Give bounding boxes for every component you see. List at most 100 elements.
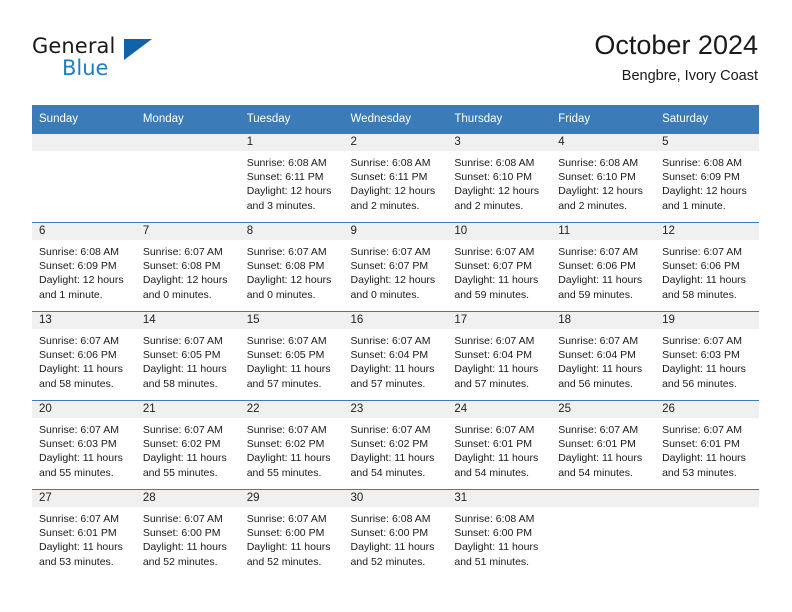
sunset-text: Sunset: 6:01 PM [454,438,533,451]
sunrise-text: Sunrise: 6:07 AM [662,246,743,258]
day-details: Sunrise: 6:07 AM Sunset: 6:01 PM Daylight:… [32,507,136,569]
calendar-day-cell[interactable]: 17 Sunrise: 6:07 AM Sunset: 6:04 PM Dayligh… [447,312,552,400]
calendar-day-cell[interactable]: 7 Sunrise: 6:07 AM Sunset: 6:08 PM Daylight… [135,223,240,311]
calendar-day-cell[interactable]: 23 Sunrise: 6:07 AM Sunset: 6:02 PM Dayligh… [343,401,448,489]
daylight-text-line2: and 55 minutes. [246,466,322,479]
calendar-day-cell[interactable]: 20 Sunrise: 6:07 AM Sunset: 6:03 PM Dayligh… [32,401,136,489]
calendar-day-cell[interactable]: 21 Sunrise: 6:07 AM Sunset: 6:02 PM Dayligh… [135,401,240,489]
sunrise-text: Sunrise: 6:07 AM [350,424,431,436]
calendar-day-cell[interactable]: 24 Sunrise: 6:07 AM Sunset: 6:01 PM Dayligh… [447,401,552,489]
sunrise-text: Sunrise: 6:07 AM [350,246,431,258]
logo-triangle-icon [124,39,152,60]
calendar-day-cell[interactable]: 6 Sunrise: 6:08 AM Sunset: 6:09 PM Daylight… [32,223,136,311]
calendar-day-cell[interactable]: 12 Sunrise: 6:07 AM Sunset: 6:06 PM Dayligh… [655,223,759,311]
sunset-text: Sunset: 6:02 PM [142,438,221,451]
day-number: 18 [551,312,656,329]
calendar-day-cell[interactable]: 1 Sunrise: 6:08 AM Sunset: 6:11 PM Daylight… [239,134,344,222]
daylight-text-line2: and 56 minutes. [558,377,633,390]
day-details: Sunrise: 6:07 AM Sunset: 6:01 PM Daylight:… [551,418,655,480]
daylight-text-line2: and 56 minutes. [662,377,737,390]
calendar-day-cell[interactable]: 11 Sunrise: 6:07 AM Sunset: 6:06 PM Dayligh… [551,223,656,311]
day-number: 2 [343,134,448,151]
daylight-text-line1: Daylight: 11 hours [558,363,643,376]
daylight-text-line1: Daylight: 12 hours [246,185,332,198]
calendar-day-cell[interactable]: 18 Sunrise: 6:07 AM Sunset: 6:04 PM Dayligh… [551,312,656,400]
day-details: Sunrise: 6:07 AM Sunset: 6:04 PM Daylight:… [551,329,655,391]
calendar-day-cell[interactable]: 28 Sunrise: 6:07 AM Sunset: 6:00 PM Dayligh… [135,490,240,578]
sunrise-text: Sunrise: 6:07 AM [454,424,535,436]
sunrise-text: Sunrise: 6:07 AM [246,335,327,347]
daylight-text-line1: Daylight: 12 hours [558,185,643,198]
day-number: 19 [655,312,759,329]
calendar-day-cell[interactable]: 31 Sunrise: 6:08 AM Sunset: 6:00 PM Dayligh… [447,490,552,578]
calendar-cell-empty [551,490,656,578]
day-number: 23 [343,401,448,418]
calendar-day-cell[interactable]: 4 Sunrise: 6:08 AM Sunset: 6:10 PM Daylight… [551,134,656,222]
title-block: October 2024 Bengbre, Ivory Coast [594,28,758,87]
daylight-text-line1: Daylight: 12 hours [662,185,747,198]
calendar-day-cell[interactable]: 27 Sunrise: 6:07 AM Sunset: 6:01 PM Dayligh… [32,490,136,578]
sunset-text: Sunset: 6:04 PM [558,349,636,362]
weekday-header-row: Sunday Monday Tuesday Wednesday Thursday Frid… [32,105,759,134]
daylight-text-line1: Daylight: 12 hours [246,274,332,287]
calendar-day-cell[interactable]: 5 Sunrise: 6:08 AM Sunset: 6:09 PM Daylight… [655,134,759,222]
daylight-text-line1: Daylight: 11 hours [454,363,539,376]
day-details: Sunrise: 6:08 AM Sunset: 6:09 PM Daylight:… [655,151,759,213]
daylight-text-line1: Daylight: 12 hours [39,274,124,287]
day-number: 16 [343,312,448,329]
calendar-day-cell[interactable]: 15 Sunrise: 6:07 AM Sunset: 6:05 PM Dayligh… [239,312,344,400]
calendar-day-cell[interactable]: 16 Sunrise: 6:07 AM Sunset: 6:04 PM Dayligh… [343,312,448,400]
daylight-text-line2: and 58 minutes. [142,377,218,390]
sunset-text: Sunset: 6:04 PM [454,349,533,362]
calendar-day-cell[interactable]: 19 Sunrise: 6:07 AM Sunset: 6:03 PM Dayligh… [655,312,759,400]
day-number: 4 [551,134,656,151]
calendar-day-cell[interactable]: 2 Sunrise: 6:08 AM Sunset: 6:11 PM Daylight… [343,134,448,222]
general-blue-logo[interactable]: General Blue [32,30,152,88]
daylight-text-line2: and 3 minutes. [246,199,316,212]
sunrise-text: Sunrise: 6:07 AM [142,335,223,347]
calendar-day-cell[interactable]: 14 Sunrise: 6:07 AM Sunset: 6:05 PM Dayligh… [135,312,240,400]
day-details: Sunrise: 6:07 AM Sunset: 6:08 PM Daylight:… [136,240,240,302]
day-number: 21 [135,401,240,418]
sunrise-text: Sunrise: 6:07 AM [142,424,223,436]
page-header: General Blue October 2024 Bengbre, Ivory… [32,28,758,98]
calendar-day-cell[interactable]: 9 Sunrise: 6:07 AM Sunset: 6:07 PM Daylight… [343,223,448,311]
day-details: Sunrise: 6:07 AM Sunset: 6:06 PM Daylight:… [32,329,136,391]
day-details: Sunrise: 6:07 AM Sunset: 6:07 PM Daylight:… [447,240,551,302]
calendar-day-cell[interactable]: 26 Sunrise: 6:07 AM Sunset: 6:01 PM Dayligh… [655,401,759,489]
sunset-text: Sunset: 6:05 PM [142,349,221,362]
daylight-text-line1: Daylight: 12 hours [350,185,436,198]
sunset-text: Sunset: 6:07 PM [350,260,429,273]
day-number: 14 [135,312,240,329]
day-details: Sunrise: 6:08 AM Sunset: 6:11 PM Daylight:… [240,151,344,213]
sunrise-text: Sunrise: 6:07 AM [246,424,327,436]
day-details: Sunrise: 6:07 AM Sunset: 6:00 PM Daylight:… [240,507,344,569]
sunset-text: Sunset: 6:03 PM [39,438,117,451]
daylight-text-line2: and 59 minutes. [454,288,530,301]
day-number: 3 [447,134,552,151]
calendar-day-cell[interactable]: 30 Sunrise: 6:08 AM Sunset: 6:00 PM Dayligh… [343,490,448,578]
calendar-day-cell[interactable]: 25 Sunrise: 6:07 AM Sunset: 6:01 PM Dayligh… [551,401,656,489]
calendar-day-cell[interactable]: 29 Sunrise: 6:07 AM Sunset: 6:00 PM Dayligh… [239,490,344,578]
day-number: 13 [32,312,136,329]
calendar-day-cell[interactable]: 3 Sunrise: 6:08 AM Sunset: 6:10 PM Daylight… [447,134,552,222]
calendar-week-row: 6 Sunrise: 6:08 AM Sunset: 6:09 PM Daylight… [32,222,759,312]
daylight-text-line1: Daylight: 11 hours [39,363,123,376]
calendar-day-cell[interactable]: 22 Sunrise: 6:07 AM Sunset: 6:02 PM Dayligh… [239,401,344,489]
sunrise-text: Sunrise: 6:08 AM [558,157,639,169]
sunrise-text: Sunrise: 6:07 AM [558,424,639,436]
calendar-day-cell[interactable]: 10 Sunrise: 6:07 AM Sunset: 6:07 PM Dayligh… [447,223,552,311]
daylight-text-line2: and 57 minutes. [350,377,426,390]
page-subtitle: Bengbre, Ivory Coast [621,68,758,84]
calendar-body: 1 Sunrise: 6:08 AM Sunset: 6:11 PM Daylight… [32,133,759,578]
sunset-text: Sunset: 6:02 PM [350,438,429,451]
calendar-week-row: 1 Sunrise: 6:08 AM Sunset: 6:11 PM Daylight… [32,133,759,223]
calendar-day-cell[interactable]: 8 Sunrise: 6:07 AM Sunset: 6:08 PM Daylight… [239,223,344,311]
day-details: Sunrise: 6:07 AM Sunset: 6:03 PM Daylight:… [655,329,759,391]
calendar-day-cell[interactable]: 13 Sunrise: 6:07 AM Sunset: 6:06 PM Dayligh… [32,312,136,400]
sunrise-text: Sunrise: 6:07 AM [142,246,223,258]
sunrise-text: Sunrise: 6:07 AM [662,335,743,347]
daylight-text-line1: Daylight: 12 hours [350,274,436,287]
day-details: Sunrise: 6:08 AM Sunset: 6:00 PM Daylight:… [447,507,551,569]
calendar-cell-empty [135,134,240,222]
